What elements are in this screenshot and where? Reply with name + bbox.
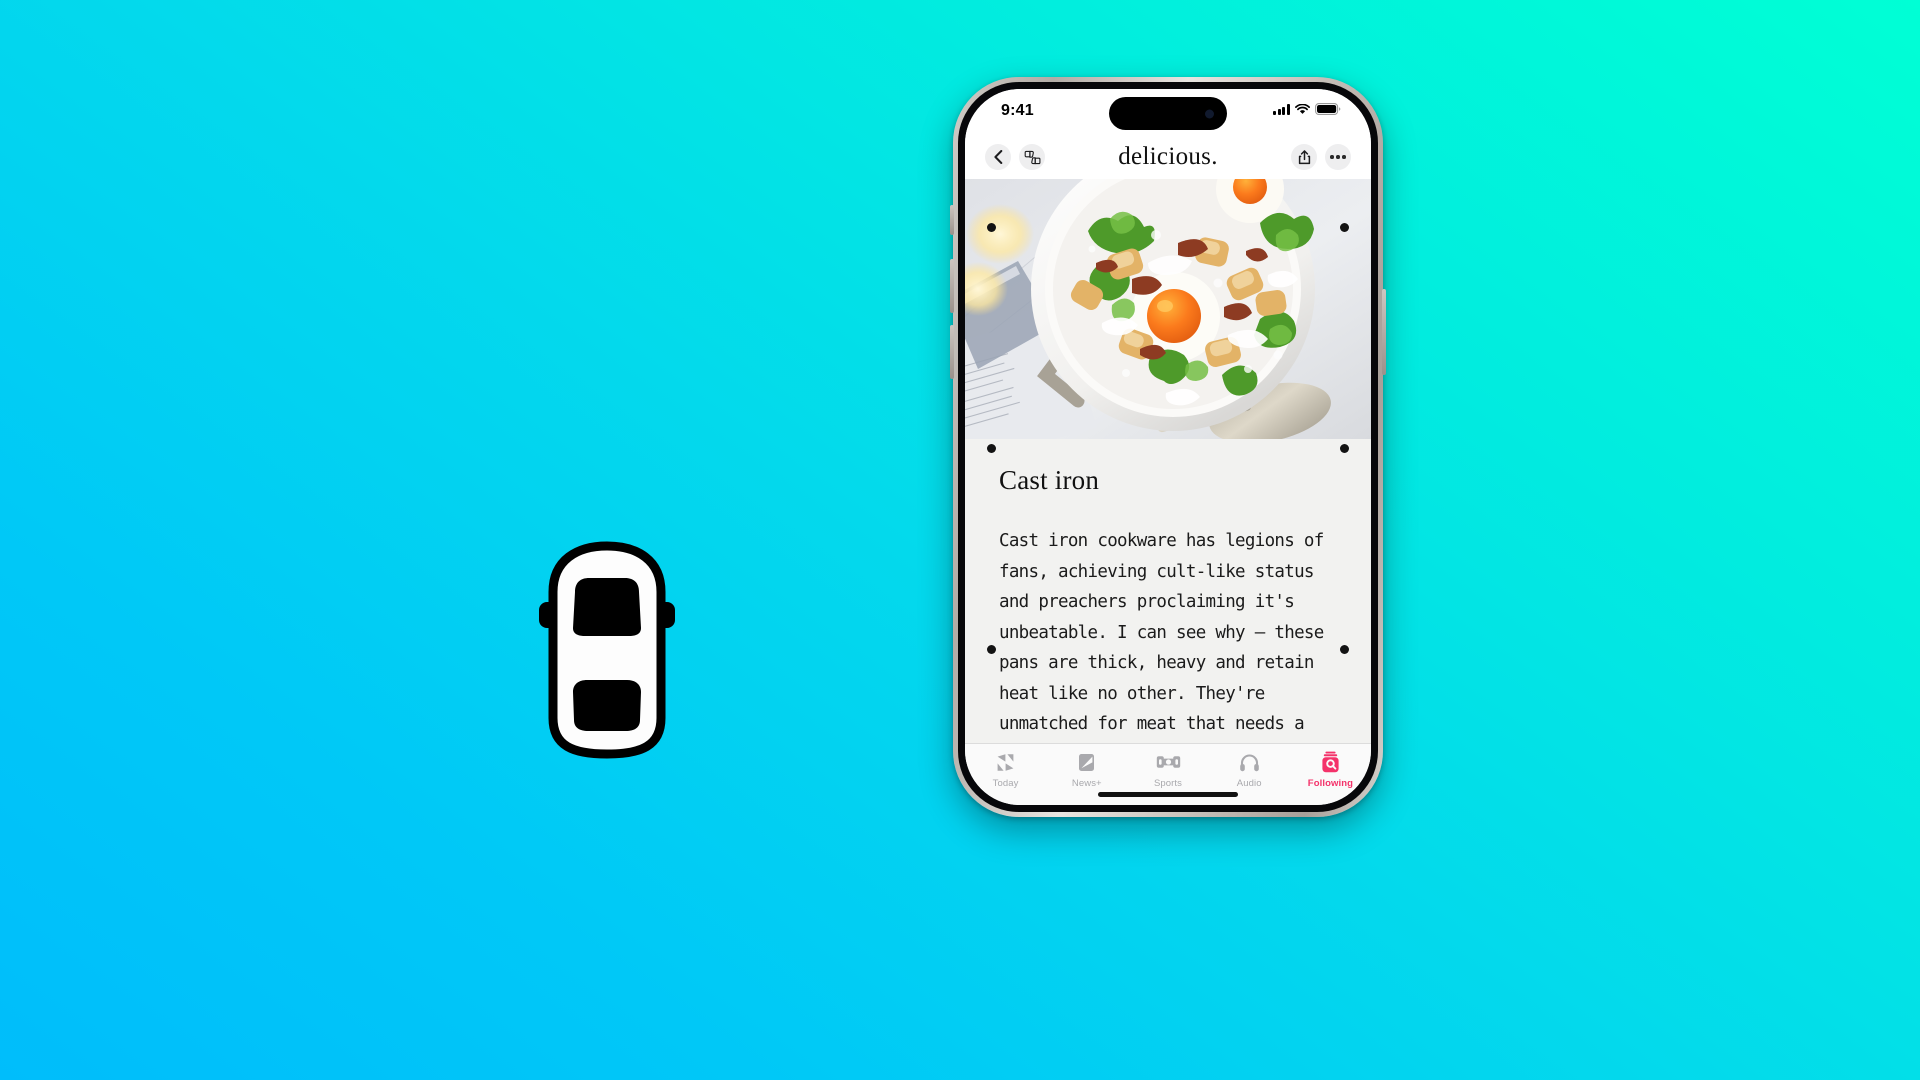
power-button[interactable] bbox=[1382, 289, 1386, 375]
tab-bar: Today News+ Sports Audio Following bbox=[965, 743, 1371, 805]
following-search-icon bbox=[1321, 751, 1340, 773]
more-options-button[interactable] bbox=[1325, 144, 1351, 170]
tab-news-plus[interactable]: News+ bbox=[1046, 751, 1127, 789]
phone-bezel: 9:41 delicious. Cast iron Cast iron cook… bbox=[958, 82, 1378, 812]
back-button[interactable] bbox=[985, 144, 1011, 170]
article-paragraph: Cast iron cookware has legions of fans, … bbox=[999, 531, 1324, 734]
iphone-device-mockup: 9:41 delicious. Cast iron Cast iron cook… bbox=[950, 77, 1386, 817]
tab-today[interactable]: Today bbox=[965, 751, 1046, 789]
volume-up-button[interactable] bbox=[950, 259, 954, 313]
article-hero-image bbox=[965, 179, 1371, 439]
reaction-button[interactable] bbox=[1019, 144, 1045, 170]
nav-right-group bbox=[1291, 144, 1351, 170]
thumbs-up-down-icon bbox=[1024, 150, 1040, 164]
tab-label: News+ bbox=[1071, 778, 1102, 789]
dynamic-island bbox=[1109, 97, 1227, 130]
phone-screen: 9:41 delicious. Cast iron Cast iron cook… bbox=[965, 89, 1371, 805]
sports-icon bbox=[1156, 751, 1181, 773]
apple-news-icon bbox=[995, 751, 1016, 773]
article-body: Cast iron Cast iron cookware has legions… bbox=[965, 439, 1371, 743]
article-content[interactable]: Cast iron Cast iron cookware has legions… bbox=[965, 179, 1371, 743]
publication-title: delicious. bbox=[1118, 143, 1218, 170]
front-camera-icon bbox=[1205, 109, 1214, 118]
home-indicator[interactable] bbox=[1098, 792, 1238, 797]
article-heading: Cast iron bbox=[999, 465, 1100, 495]
car-top-view-icon bbox=[537, 540, 677, 760]
battery-icon bbox=[1315, 103, 1341, 115]
tab-sports[interactable]: Sports bbox=[1127, 751, 1208, 789]
status-indicators bbox=[1273, 103, 1341, 115]
headphones-icon bbox=[1239, 751, 1260, 773]
cellular-bars-icon bbox=[1273, 104, 1290, 115]
tab-label: Audio bbox=[1236, 778, 1262, 789]
article-nav-header: delicious. bbox=[965, 135, 1371, 179]
volume-down-button[interactable] bbox=[950, 325, 954, 379]
status-bar: 9:41 bbox=[965, 89, 1371, 135]
action-button[interactable] bbox=[950, 205, 954, 235]
news-plus-icon bbox=[1077, 751, 1096, 773]
tab-label: Following bbox=[1307, 778, 1354, 789]
ellipsis-icon bbox=[1330, 155, 1346, 159]
chevron-left-icon bbox=[993, 150, 1002, 164]
wifi-icon bbox=[1295, 104, 1310, 114]
nav-left-group bbox=[985, 144, 1045, 170]
tab-label: Today bbox=[992, 778, 1019, 789]
tab-following[interactable]: Following bbox=[1290, 751, 1371, 789]
status-time: 9:41 bbox=[1001, 102, 1034, 119]
share-icon bbox=[1298, 149, 1310, 164]
tab-label: Sports bbox=[1153, 778, 1183, 789]
tab-audio[interactable]: Audio bbox=[1209, 751, 1290, 789]
share-button[interactable] bbox=[1291, 144, 1317, 170]
